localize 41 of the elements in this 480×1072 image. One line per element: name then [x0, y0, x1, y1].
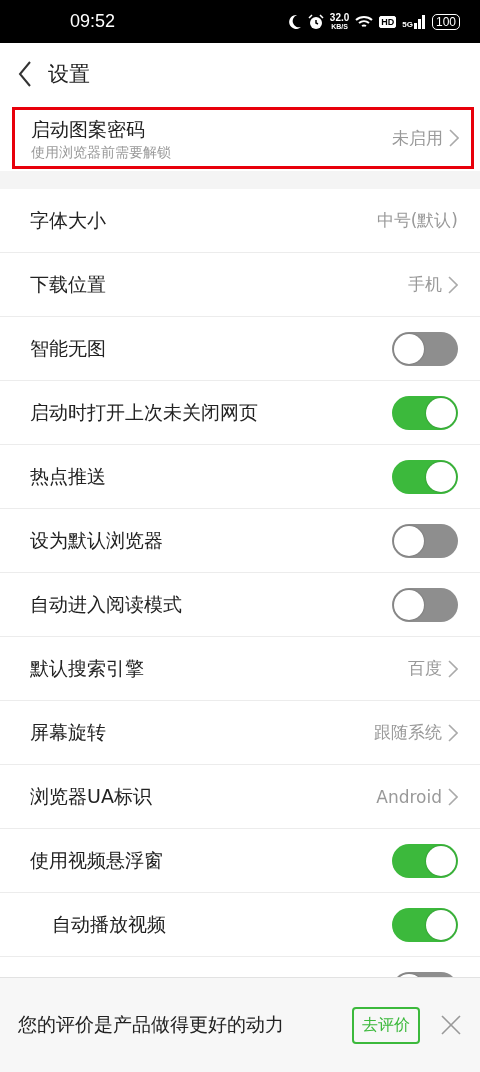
setting-label: 使用视频悬浮窗 — [30, 847, 163, 873]
toggle-switch[interactable] — [392, 523, 458, 558]
setting-label: 下载位置 — [30, 271, 106, 297]
setting-value: 跟随系统 — [374, 721, 442, 744]
page-title: 设置 — [48, 61, 90, 88]
moon-icon — [287, 13, 302, 30]
setting-label: 默认搜索引擎 — [30, 655, 144, 681]
toggle-switch[interactable] — [392, 843, 458, 878]
setting-label: 自动播放视频 — [52, 911, 166, 937]
toggle-switch[interactable] — [392, 331, 458, 366]
setting-label: 字体大小 — [30, 207, 106, 233]
setting-value: 中号(默认) — [376, 209, 458, 232]
setting-label: 屏幕旋转 — [30, 719, 106, 745]
setting-label: 浏览器UA标识 — [30, 783, 152, 809]
rating-prompt: 您的评价是产品做得更好的动力 — [18, 1012, 284, 1037]
alarm-clock-icon — [307, 13, 324, 30]
pattern-lock-row[interactable]: 启动图案密码 使用浏览器前需要解锁 未启用 — [12, 107, 474, 169]
network-type: 5G — [402, 19, 413, 29]
setting-description: 使用浏览器前需要解锁 — [31, 144, 171, 160]
back-icon[interactable] — [18, 61, 32, 87]
setting-label: 热点推送 — [30, 463, 106, 489]
signal-icon — [413, 14, 426, 29]
clock-time: 09:52 — [70, 11, 116, 32]
setting-label: 自动进入阅读模式 — [30, 591, 182, 617]
battery-level: 100 — [431, 13, 460, 30]
toggle-switch[interactable] — [392, 587, 458, 622]
setting-value: 手机 — [408, 273, 442, 296]
chevron-icon — [449, 129, 459, 147]
setting-value: 百度 — [408, 657, 442, 680]
close-icon[interactable] — [440, 1014, 462, 1036]
setting-label: 设为默认浏览器 — [30, 527, 163, 553]
toggle-switch[interactable] — [392, 395, 458, 430]
toggle-switch[interactable] — [392, 459, 458, 494]
toggle-switch[interactable] — [392, 907, 458, 942]
setting-value: 未启用 — [392, 126, 443, 150]
setting-label: 启动时打开上次未关闭网页 — [30, 399, 258, 425]
setting-label: 启动图案密码 — [31, 116, 146, 142]
setting-label: 智能无图 — [30, 335, 106, 361]
wifi-icon — [355, 14, 374, 29]
hd-badge: HD — [379, 15, 397, 28]
setting-value: Android — [376, 786, 442, 807]
